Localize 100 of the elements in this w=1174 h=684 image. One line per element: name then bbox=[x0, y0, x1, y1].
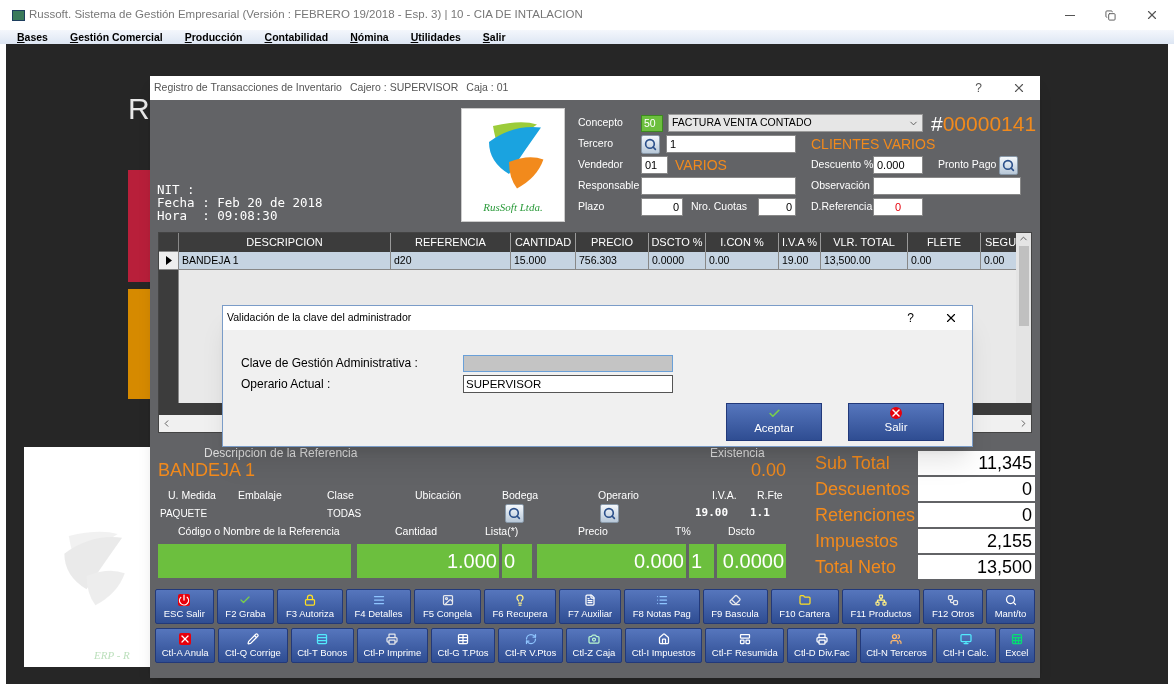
close-icon[interactable] bbox=[944, 311, 958, 325]
list-icon bbox=[655, 593, 668, 606]
input-field[interactable]: 01 bbox=[641, 156, 668, 174]
menu-item[interactable]: Nómina bbox=[350, 31, 389, 43]
input-field[interactable]: 0 bbox=[758, 198, 796, 216]
input-field[interactable]: 1 bbox=[666, 135, 796, 153]
function-key-button[interactable]: Excel bbox=[998, 628, 1036, 663]
function-key-button[interactable]: Ctl-H Calc. bbox=[936, 628, 996, 663]
menu-item[interactable]: Contabilidad bbox=[264, 31, 329, 43]
function-key-button[interactable]: Ctl-Q Corrige bbox=[218, 628, 288, 663]
function-key-button[interactable]: F8 Notas Pag bbox=[624, 589, 700, 624]
function-key-button[interactable]: F10 Cartera bbox=[770, 589, 839, 624]
document-number: #00000141 bbox=[931, 112, 1037, 134]
lines-icon bbox=[372, 593, 385, 606]
search-button[interactable] bbox=[999, 155, 1018, 175]
function-key-button[interactable]: F7 Auxiliar bbox=[559, 589, 622, 624]
function-key-button[interactable]: Ctl-P Imprime bbox=[356, 628, 428, 663]
lock-icon bbox=[304, 593, 316, 606]
menu-item[interactable]: Salir bbox=[482, 31, 506, 43]
input-field[interactable] bbox=[641, 177, 796, 195]
field-label: Plazo bbox=[578, 199, 606, 215]
printer-icon bbox=[386, 632, 399, 645]
function-key-button[interactable]: F2 Graba bbox=[216, 589, 275, 624]
footer-text: ERP - R bbox=[94, 647, 130, 663]
network-icon bbox=[874, 593, 887, 606]
search-button[interactable] bbox=[505, 503, 524, 523]
function-key-button[interactable]: ESC Salir bbox=[155, 589, 214, 624]
function-key-button[interactable]: F4 Detalles bbox=[345, 589, 412, 624]
table-cell: BANDEJA 1 bbox=[179, 252, 391, 269]
function-key-button[interactable]: Ctl-R V.Ptos bbox=[498, 628, 563, 663]
field-label: T% bbox=[675, 524, 692, 540]
search-button[interactable] bbox=[600, 503, 619, 523]
menu-item[interactable]: Producción bbox=[184, 31, 243, 43]
function-key-button[interactable]: F6 Recupera bbox=[483, 589, 557, 624]
field-label: Lista(*) bbox=[485, 524, 520, 540]
function-key-button[interactable]: Ctl-N Terceros bbox=[859, 628, 934, 663]
function-key-button[interactable]: Ctl-I Impuestos bbox=[625, 628, 703, 663]
menu-item[interactable]: Bases bbox=[17, 31, 48, 43]
close-icon[interactable] bbox=[1012, 81, 1026, 95]
table-cell: 0.00 bbox=[908, 252, 981, 269]
function-key-button[interactable]: Ctl-T Bonos bbox=[290, 628, 354, 663]
function-key-button[interactable]: Mant/to bbox=[985, 589, 1036, 624]
search-button[interactable] bbox=[641, 134, 660, 154]
password-field[interactable] bbox=[463, 354, 673, 372]
total-label: Impuestos bbox=[815, 529, 900, 553]
function-key-button[interactable]: F12 Otros bbox=[923, 589, 983, 624]
class-value: TODAS bbox=[327, 506, 363, 521]
function-key-button[interactable]: Ctl-F Resumida bbox=[705, 628, 785, 663]
table-cell: 0.0000 bbox=[649, 252, 706, 269]
input-field[interactable]: 0 bbox=[873, 198, 923, 216]
withholding-value: 1.1 bbox=[750, 504, 770, 521]
accept-button[interactable]: Aceptar bbox=[726, 403, 822, 441]
unit-value: PAQUETE bbox=[160, 506, 209, 521]
field-label: Concepto bbox=[578, 115, 624, 131]
x-icon bbox=[179, 632, 192, 645]
vertical-scrollbar[interactable] bbox=[1016, 233, 1031, 403]
function-key-button[interactable]: Ctl-G T.Ptos bbox=[430, 628, 496, 663]
menu-item[interactable]: Gestión Comercial bbox=[69, 31, 163, 43]
input-field[interactable]: 0.000 bbox=[873, 156, 923, 174]
help-button[interactable]: ? bbox=[907, 309, 914, 327]
logo-text: RusSoft Ltda. bbox=[483, 199, 543, 215]
total-value: 13,500 bbox=[918, 555, 1035, 579]
total-label: Retenciones bbox=[815, 503, 917, 527]
help-button[interactable]: ? bbox=[975, 79, 982, 97]
restore-icon bbox=[1104, 9, 1116, 21]
total-label: Sub Total bbox=[815, 451, 891, 475]
close-icon bbox=[1145, 8, 1159, 22]
field-label: R.Fte bbox=[757, 488, 784, 504]
function-key-button[interactable]: Ctl-A Anula bbox=[155, 628, 216, 663]
lightbulb-icon bbox=[514, 593, 527, 606]
dialog-title: Validación de la clave del administrador bbox=[227, 310, 412, 326]
flowchart-icon bbox=[947, 593, 960, 606]
concept-dropdown[interactable]: FACTURA VENTA CONTADO bbox=[668, 114, 923, 132]
field-label: Observación bbox=[811, 178, 871, 194]
function-key-button[interactable]: F5 Congela bbox=[414, 589, 481, 624]
field-label: U. Medida bbox=[168, 488, 217, 504]
check-icon bbox=[767, 406, 781, 420]
x-icon bbox=[890, 407, 902, 420]
row-pointer-icon bbox=[165, 256, 172, 265]
input-field[interactable] bbox=[873, 177, 1021, 195]
cashier-label: Cajero : SUPERVISOR bbox=[349, 80, 459, 96]
field-label: Nro. Cuotas bbox=[691, 199, 749, 215]
grid-row[interactable]: BANDEJA 1 d20 15.000 756.303 0.0000 0.00 19.00 13,500.00 0.00 0.00 bbox=[179, 252, 1016, 270]
pencil-icon bbox=[246, 632, 259, 645]
scroll-thumb[interactable] bbox=[1018, 246, 1029, 326]
camera-icon bbox=[587, 632, 600, 645]
function-key-button[interactable]: F9 Bascula bbox=[702, 589, 768, 624]
field-label: Vendedor bbox=[578, 157, 624, 173]
menu-item[interactable]: Utilidades bbox=[410, 31, 461, 43]
input-field[interactable]: 0 bbox=[641, 198, 683, 216]
function-key-button[interactable]: Ctl-D Div.Fac bbox=[787, 628, 857, 663]
exit-button[interactable]: Salir bbox=[848, 403, 944, 441]
function-key-button[interactable]: F3 Autoriza bbox=[277, 589, 343, 624]
client-name: CLIENTES VARIOS bbox=[811, 134, 936, 154]
function-key-button[interactable]: F11 Productos bbox=[841, 589, 921, 624]
section-label: Descripcion de la Referencia bbox=[204, 445, 359, 462]
function-key-button[interactable]: Ctl-Z Caja bbox=[565, 628, 622, 663]
reference-field[interactable] bbox=[158, 544, 351, 578]
house-icon bbox=[657, 632, 670, 645]
operator-field[interactable]: SUPERVISOR bbox=[463, 375, 673, 393]
